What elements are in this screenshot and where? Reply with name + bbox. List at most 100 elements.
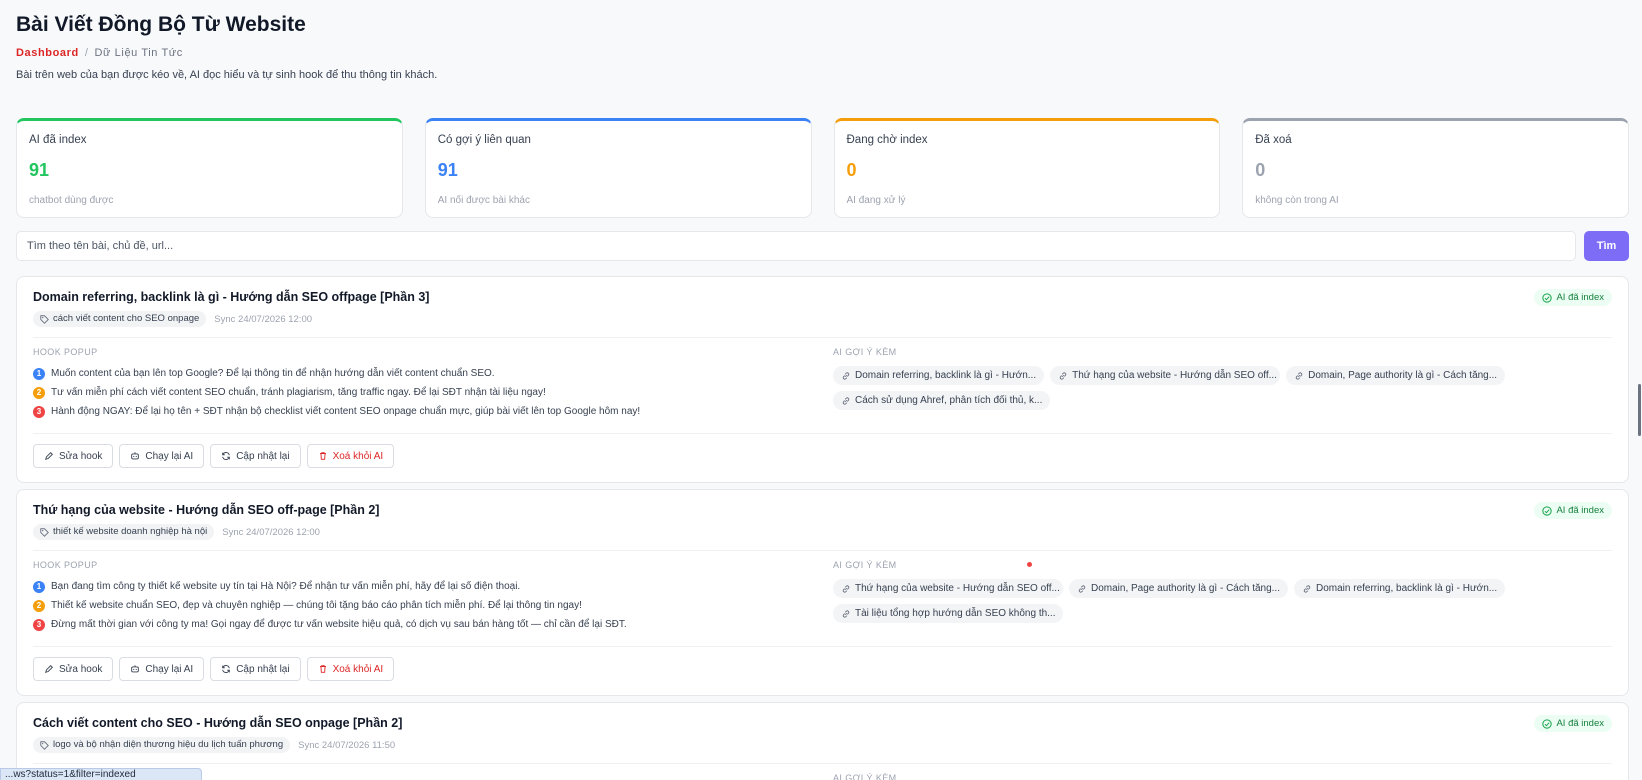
post-title[interactable]: Cách viết content cho SEO - Hướng dẫn SE… — [33, 715, 1612, 731]
status-badge-label: AI đã index — [1556, 718, 1604, 729]
post-card: Cách viết content cho SEO - Hướng dẫn SE… — [16, 702, 1629, 780]
scrollbar-thumb[interactable] — [1638, 384, 1641, 436]
stat-card-pending: Đang chờ index 0 AI đang xử lý — [833, 118, 1221, 218]
suggestion-list: Thứ hạng của website - Hướng dẫn SEO off… — [833, 579, 1523, 623]
suggestion-chip[interactable]: Cách sử dụng Ahref, phân tích đối thủ, k… — [833, 391, 1051, 410]
stat-label: Đang chờ index — [846, 134, 928, 146]
suggestion-label: Domain, Page authority là gì - Cách tăng… — [1308, 370, 1498, 381]
topic-tag-label: logo và bộ nhận diện thương hiệu du lịch… — [53, 739, 284, 750]
hook-text: Hành động NGAY: Để lại họ tên + SĐT nhận… — [51, 406, 641, 417]
stat-value: 0 — [846, 160, 857, 180]
trash-icon — [319, 665, 326, 673]
link-icon — [1059, 371, 1067, 380]
stat-value: 91 — [437, 160, 458, 180]
suggestion-chip[interactable]: Domain referring, backlink là gì - Hướn.… — [1294, 579, 1506, 598]
page-title: Bài Viết Đồng Bộ Từ Website — [16, 13, 306, 36]
suggest-section-title: AI GỢI Ý KÈM — [833, 347, 897, 357]
rerun-ai-button[interactable]: Chạy lại AI — [119, 657, 205, 681]
link-icon — [1303, 584, 1311, 593]
post-head: Domain referring, backlink là gì - Hướng… — [33, 277, 1612, 327]
link-icon — [1295, 371, 1303, 380]
topic-tag: cách viết content cho SEO onpage — [33, 311, 207, 327]
hook-text: Bạn đang tìm công ty thiết kế website uy… — [51, 581, 521, 592]
topic-tag: logo và bộ nhận diện thương hiệu du lịch… — [33, 737, 291, 753]
suggestion-chip[interactable]: Thứ hạng của website - Hướng dẫn SEO off… — [1050, 366, 1281, 385]
hook-column: HOOK POPUP 1 Bạn đang tìm công ty thiết k… — [33, 559, 833, 638]
stat-sub: không còn trong AI — [1255, 195, 1339, 206]
robot-icon — [131, 452, 140, 460]
hook-section-title: HOOK POPUP — [33, 347, 98, 357]
hook-number-badge: 1 — [33, 368, 45, 380]
remove-from-ai-label: Xoá khỏi AI — [332, 450, 384, 462]
update-label: Cập nhật lại — [236, 663, 290, 675]
suggestion-chip[interactable]: Domain, Page authority là gì - Cách tăng… — [1069, 579, 1288, 598]
status-badge: AI đã index — [1534, 502, 1612, 519]
edit-hook-button[interactable]: Sửa hook — [33, 444, 114, 468]
breadcrumb-dashboard-link[interactable]: Dashboard — [16, 46, 79, 60]
page-header: Bài Viết Đồng Bộ Từ Website Dashboard / … — [16, 10, 1626, 82]
status-badge: AI đã index — [1534, 289, 1612, 306]
hook-number-badge: 3 — [33, 406, 45, 418]
hook-item: 2 Thiết kế website chuẩn SEO, đẹp và chuy… — [33, 600, 833, 612]
update-button[interactable]: Cập nhật lại — [210, 444, 301, 468]
suggestion-label: Domain, Page authority là gì - Cách tăng… — [1091, 583, 1280, 594]
post-meta: thiết kế website doanh nghiệp hà nội Syn… — [33, 524, 1612, 540]
refresh-icon — [222, 665, 230, 673]
topic-tag-label: thiết kế website doanh nghiệp hà nội — [53, 526, 208, 537]
link-icon — [842, 584, 850, 593]
check-circle-icon — [1542, 505, 1553, 516]
post-card: Thứ hạng của website - Hướng dẫn SEO off… — [16, 489, 1629, 696]
hook-text: Thiết kế website chuẩn SEO, đẹp và chuyê… — [51, 600, 582, 611]
cursor-dot — [1027, 562, 1032, 567]
stat-card-related: Có gợi ý liên quan 91 AI nối được bài kh… — [424, 118, 812, 218]
hook-section-title: HOOK POPUP — [33, 560, 98, 570]
stat-label: Có gợi ý liên quan — [437, 134, 531, 146]
rerun-ai-label: Chạy lại AI — [145, 450, 194, 462]
remove-from-ai-button[interactable]: Xoá khỏi AI — [306, 444, 395, 468]
suggestion-list: Domain referring, backlink là gì - Hướn.… — [833, 366, 1523, 410]
post-meta: cách viết content cho SEO onpage Sync 24… — [33, 311, 1612, 327]
search-button[interactable]: Tìm — [1584, 231, 1629, 261]
topic-tag: thiết kế website doanh nghiệp hà nội — [33, 524, 215, 540]
breadcrumb-separator: / — [84, 47, 89, 59]
post-title[interactable]: Domain referring, backlink là gì - Hướng… — [33, 289, 1612, 305]
suggest-section-title: AI GỢI Ý KÈM — [833, 560, 897, 570]
robot-icon — [131, 665, 140, 673]
stat-label: Đã xoá — [1255, 134, 1292, 146]
search-row: Tìm — [16, 231, 1629, 261]
suggestion-chip[interactable]: Domain, Page authority là gì - Cách tăng… — [1286, 366, 1506, 385]
sync-time: Sync 24/07/2026 12:00 — [214, 313, 313, 325]
stat-value: 91 — [29, 160, 50, 180]
status-badge-label: AI đã index — [1556, 505, 1604, 516]
hook-number-badge: 1 — [33, 581, 45, 593]
rerun-ai-button[interactable]: Chạy lại AI — [119, 444, 205, 468]
suggestion-chip[interactable]: Thứ hạng của website - Hướng dẫn SEO off… — [833, 579, 1063, 598]
suggestion-chip[interactable]: Tài liệu tổng hợp hướng dẫn SEO không th… — [833, 604, 1063, 623]
stats-row: AI đã index 91 chatbot dùng được Có gợi … — [16, 118, 1629, 218]
suggestion-label: Tài liệu tổng hợp hướng dẫn SEO không th… — [855, 608, 1056, 619]
suggestion-column: AI GỢI Ý KÈM Thứ hạng của website - Hướn… — [833, 559, 1612, 638]
remove-from-ai-button[interactable]: Xoá khỏi AI — [306, 657, 395, 681]
suggestion-column: AI GỢI Ý KÈM Domain referring, backlink … — [833, 346, 1612, 425]
sync-time: Sync 24/07/2026 12:00 — [222, 526, 320, 538]
search-input[interactable] — [16, 231, 1576, 261]
suggestion-chip[interactable]: Domain referring, backlink là gì - Hướn.… — [833, 366, 1045, 385]
status-url-tooltip: ...ws?status=1&filter=indexed — [0, 768, 202, 780]
post-body: HOOK POPUP 1 Bạn đang tìm công ty thiết k… — [33, 551, 1612, 638]
stat-card-indexed: AI đã index 91 chatbot dùng được — [16, 118, 403, 218]
hook-column: HOOK POPUP 1 Muốn content của bạn lên top… — [33, 346, 833, 425]
post-head: Cách viết content cho SEO - Hướng dẫn SE… — [33, 703, 1612, 753]
post-body: HOOK POPUP 1 Muốn content của bạn lên top… — [33, 338, 1612, 425]
post-title[interactable]: Thứ hạng của website - Hướng dẫn SEO off… — [33, 502, 1612, 518]
hook-item: 3 Đừng mất thời gian với công ty ma! Gọi … — [33, 619, 833, 631]
post-head: Thứ hạng của website - Hướng dẫn SEO off… — [33, 490, 1612, 540]
suggest-section-title: AI GỢI Ý KÈM — [833, 773, 897, 780]
edit-hook-button[interactable]: Sửa hook — [33, 657, 114, 681]
update-button[interactable]: Cập nhật lại — [210, 657, 301, 681]
suggestion-label: Cách sử dụng Ahref, phân tích đối thủ, k… — [855, 395, 1043, 406]
hook-text: Đừng mất thời gian với công ty ma! Gọi n… — [51, 619, 627, 630]
rerun-ai-label: Chạy lại AI — [145, 663, 194, 675]
edit-hook-label: Sửa hook — [59, 663, 103, 675]
edit-hook-label: Sửa hook — [59, 450, 103, 462]
topic-tag-label: cách viết content cho SEO onpage — [53, 313, 200, 324]
